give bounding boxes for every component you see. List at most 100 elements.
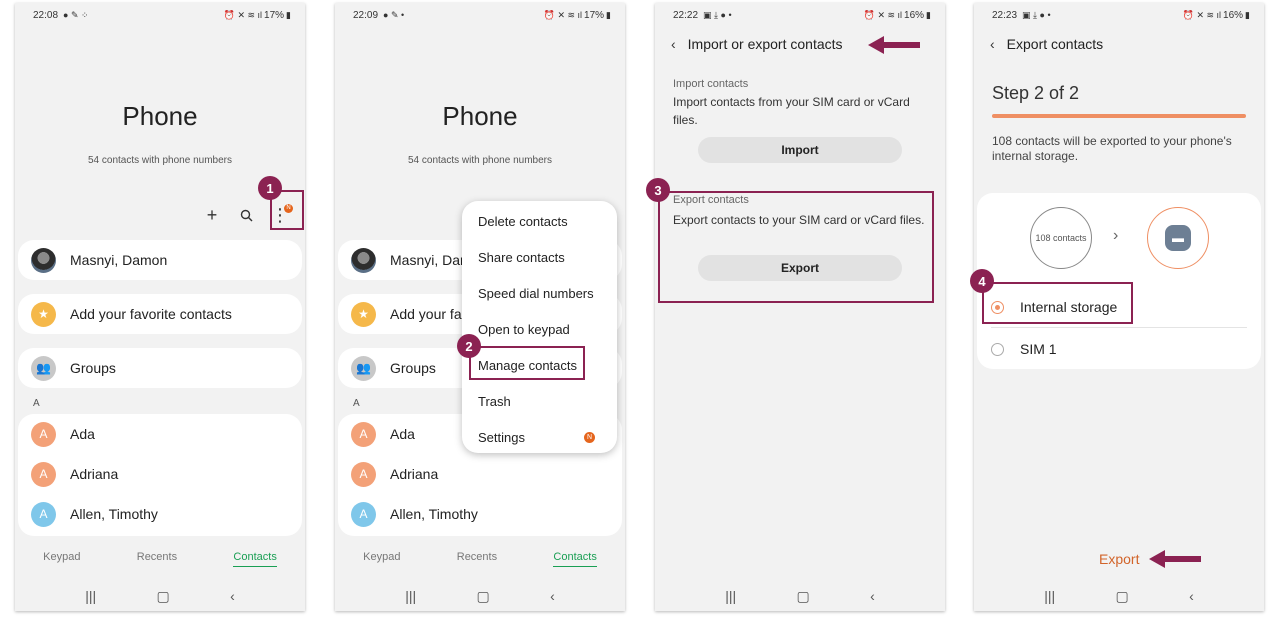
progress-bar <box>992 114 1246 118</box>
star-icon: ★ <box>351 301 376 327</box>
recent-apps-icon[interactable]: ||| <box>1044 588 1055 605</box>
back-icon[interactable]: ‹ <box>230 588 235 605</box>
option-label: Internal storage <box>1020 299 1118 315</box>
menu-item-delete-contacts[interactable]: Delete contacts <box>462 203 617 239</box>
back-arrow-icon[interactable]: ‹ <box>990 36 995 52</box>
phone-screen-import-export: 22:22 ▣ ⤓ ● • ⏰ ✕ ≋ ıl 16% ▮ ‹ Import or… <box>655 3 945 611</box>
list-item[interactable]: A Ada <box>18 414 302 454</box>
option-sim-1[interactable]: SIM 1 <box>991 341 1057 357</box>
import-description: Import contacts from your SIM card or vC… <box>673 95 910 127</box>
option-internal-storage[interactable]: Internal storage <box>991 299 1117 315</box>
status-icons-left: ▣ ⤓ ● • <box>1022 9 1051 20</box>
recent-apps-icon[interactable]: ||| <box>725 588 736 605</box>
bottom-tabs: Keypad Recents Contacts <box>15 551 305 567</box>
tab-contacts[interactable]: Contacts <box>233 551 277 567</box>
contact-name: Masnyi, Dar <box>390 252 465 268</box>
back-arrow-icon[interactable]: ‹ <box>671 36 676 52</box>
import-section-label: Import contacts <box>673 78 749 90</box>
battery-level: 16% <box>1223 9 1244 21</box>
list-item[interactable]: 👥 Groups <box>18 348 302 388</box>
menu-item-speed-dial[interactable]: Speed dial numbers <box>462 275 617 311</box>
system-nav-bar: ||| ▢ ‹ <box>15 588 305 605</box>
menu-item-manage-contacts[interactable]: Manage contacts <box>462 347 617 383</box>
menu-item-settings[interactable]: Settings N <box>462 419 617 455</box>
favorites-label: Add your favorite contacts <box>70 306 232 322</box>
page-title: Phone <box>122 101 198 131</box>
status-bar: 22:22 ▣ ⤓ ● • ⏰ ✕ ≋ ıl 16% ▮ <box>655 3 945 27</box>
status-bar: 22:23 ▣ ⤓ ● • ⏰ ✕ ≋ ıl 16% ▮ <box>974 3 1264 27</box>
group-icon: 👥 <box>31 355 56 381</box>
step-badge-1: 1 <box>258 176 282 200</box>
avatar <box>351 247 376 273</box>
status-time: 22:08 <box>33 9 59 21</box>
battery-icon: ▮ <box>1245 9 1250 20</box>
menu-item-share-contacts[interactable]: Share contacts <box>462 239 617 275</box>
list-item[interactable]: A Allen, Timothy <box>338 494 622 534</box>
avatar: A <box>351 501 376 527</box>
action-bar: + ⋮ N <box>201 204 293 226</box>
battery-icon: ▮ <box>286 9 291 20</box>
contact-name: Masnyi, Damon <box>70 252 168 268</box>
back-icon[interactable]: ‹ <box>550 588 555 605</box>
page-title: Export contacts <box>1006 36 1104 52</box>
page-title: Phone <box>442 101 518 131</box>
export-summary: 108 contacts will be exported to your ph… <box>992 134 1232 163</box>
status-bar: 22:08 ● ✎ ⁘ ⏰ ✕ ≋ ıl 17% ▮ <box>15 3 305 27</box>
page-title: Import or export contacts <box>687 36 843 52</box>
export-button[interactable]: Export <box>698 255 902 281</box>
list-item[interactable]: A Allen, Timothy <box>18 494 302 534</box>
more-vert-icon[interactable]: ⋮ N <box>269 204 293 226</box>
contact-name: Adriana <box>70 466 119 482</box>
status-time: 22:23 <box>992 9 1018 21</box>
home-icon[interactable]: ▢ <box>477 588 490 605</box>
tab-keypad[interactable]: Keypad <box>363 551 400 567</box>
list-item[interactable]: A Adriana <box>338 454 622 494</box>
recent-apps-icon[interactable]: ||| <box>85 588 96 605</box>
menu-item-trash[interactable]: Trash <box>462 383 617 419</box>
back-icon[interactable]: ‹ <box>1189 588 1194 605</box>
avatar: A <box>31 501 56 527</box>
radio-selected[interactable] <box>991 300 1004 314</box>
status-bar: 22:09 ● ✎ • ⏰ ✕ ≋ ıl 17% ▮ <box>335 3 625 27</box>
search-icon[interactable] <box>235 204 257 226</box>
tab-contacts[interactable]: Contacts <box>553 551 597 567</box>
tab-recents[interactable]: Recents <box>137 551 177 567</box>
step-indicator: Step 2 of 2 <box>992 83 1080 103</box>
plus-icon[interactable]: + <box>201 204 223 226</box>
status-icons-left: ● ✎ • <box>383 9 405 20</box>
system-nav-bar: ||| ▢ ‹ <box>655 588 945 605</box>
recent-apps-icon[interactable]: ||| <box>405 588 416 605</box>
avatar <box>31 247 56 273</box>
tab-keypad[interactable]: Keypad <box>43 551 80 567</box>
contact-name: Allen, Timothy <box>70 506 158 522</box>
status-icons-right: ⏰ ✕ ≋ ıl <box>863 9 903 20</box>
folder-icon: ▬ <box>1165 225 1191 251</box>
import-button[interactable]: Import <box>698 137 902 163</box>
back-icon[interactable]: ‹ <box>870 588 875 605</box>
list-item[interactable]: ★ Add your favorite contacts <box>18 294 302 334</box>
groups-label: Groups <box>70 360 116 376</box>
home-icon[interactable]: ▢ <box>797 588 810 605</box>
tab-recents[interactable]: Recents <box>457 551 497 567</box>
section-header: A <box>33 398 40 409</box>
status-icons-right: ⏰ ✕ ≋ ıl <box>1182 9 1222 20</box>
overflow-menu: Delete contacts Share contacts Speed dia… <box>462 201 617 453</box>
export-button[interactable]: Export <box>1099 551 1139 567</box>
home-icon[interactable]: ▢ <box>157 588 170 605</box>
contact-name: Adriana <box>390 466 439 482</box>
contacts-source-circle: 108 contacts <box>1030 207 1092 269</box>
option-label: SIM 1 <box>1020 341 1057 357</box>
status-time: 22:22 <box>673 9 699 21</box>
group-icon: 👥 <box>351 355 376 381</box>
status-icons-left: ● ✎ ⁘ <box>63 9 89 20</box>
destination-circle: ▬ <box>1147 207 1209 269</box>
menu-item-label: Settings <box>478 429 525 445</box>
divider <box>991 327 1247 328</box>
list-item[interactable]: A Adriana <box>18 454 302 494</box>
home-icon[interactable]: ▢ <box>1116 588 1129 605</box>
list-item[interactable]: Masnyi, Damon <box>18 240 302 280</box>
menu-item-open-keypad[interactable]: Open to keypad <box>462 311 617 347</box>
radio-unselected[interactable] <box>991 342 1004 356</box>
battery-level: 16% <box>904 9 925 21</box>
bottom-tabs: Keypad Recents Contacts <box>335 551 625 567</box>
